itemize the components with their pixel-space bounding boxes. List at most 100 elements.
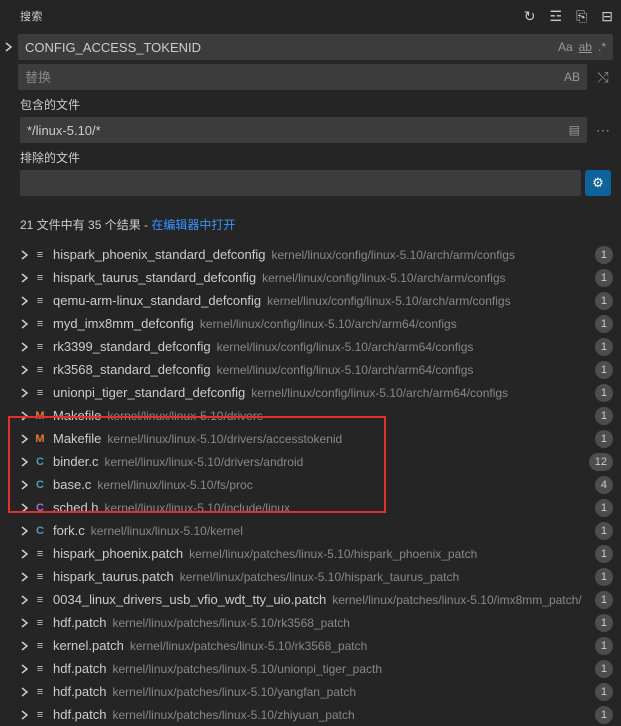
chevron-right-icon xyxy=(20,319,32,329)
file-name: hispark_taurus_standard_defconfig xyxy=(53,270,256,285)
case-sensitive-icon[interactable]: Aa xyxy=(558,40,573,54)
file-path: kernel/linux/linux-5.10/include/linux xyxy=(105,501,587,515)
result-item[interactable]: ≡ hdf.patch kernel/linux/patches/linux-5.1… xyxy=(0,657,621,680)
exclude-input-container xyxy=(20,170,581,196)
replace-input[interactable] xyxy=(25,70,564,85)
result-item[interactable]: MMakefilekernel/linux/linux-5.10/drivers… xyxy=(0,427,621,450)
preserve-case-icon[interactable]: AB xyxy=(564,70,580,84)
result-item[interactable]: Cfork.ckernel/linux/linux-5.10/kernel1 xyxy=(0,519,621,542)
replace-options: AB xyxy=(564,70,580,84)
file-type-icon: ≡ xyxy=(32,569,48,585)
result-item[interactable]: ≡hdf.patchkernel/linux/patches/linux-5.1… xyxy=(0,611,621,634)
match-count-badge: 1 xyxy=(595,545,613,563)
ellipsis-icon[interactable]: ⋯ xyxy=(593,122,613,139)
file-type-icon: ≡ xyxy=(32,661,48,677)
result-item[interactable]: ≡ rk3568_standard_defconfig kernel/linux/c… xyxy=(0,358,621,381)
file-name: rk3568_standard_defconfig xyxy=(53,362,211,377)
gear-icon[interactable]: ⚙ xyxy=(585,170,611,196)
file-name: hdf.patch xyxy=(53,684,107,699)
file-path: kernel/linux/patches/linux-5.10/unionpi_… xyxy=(113,662,587,676)
result-item[interactable]: ≡hdf.patchkernel/linux/patches/linux-5.1… xyxy=(0,680,621,703)
include-row: ▤ ⋯ xyxy=(0,115,621,145)
result-item[interactable]: ≡rk3399_standard_defconfigkernel/linux/c… xyxy=(0,335,621,358)
file-type-icon: ≡ xyxy=(32,362,48,378)
file-path: kernel/linux/linux-5.10/drivers/accessto… xyxy=(107,432,586,446)
file-path: kernel/linux/config/linux-5.10/arch/arm/… xyxy=(272,248,587,262)
file-type-icon: ≡ xyxy=(32,615,48,631)
file-type-icon: ≡ xyxy=(32,339,48,355)
chevron-right-icon xyxy=(20,388,32,398)
collapse-icon[interactable]: ⊟ xyxy=(601,8,613,25)
match-count-badge: 1 xyxy=(595,591,613,609)
file-name: hispark_phoenix_standard_defconfig xyxy=(53,247,266,262)
include-label: 包含的文件 xyxy=(0,92,621,115)
header-actions: ↻ ☲ ⎘ ⊟ xyxy=(524,8,613,25)
chevron-right-icon xyxy=(20,273,32,283)
chevron-right-icon xyxy=(20,549,32,559)
file-path: kernel/linux/linux-5.10/drivers/android xyxy=(105,455,581,469)
result-item[interactable]: Csched.hkernel/linux/linux-5.10/include/… xyxy=(0,496,621,519)
expand-toggle[interactable] xyxy=(2,42,16,52)
include-input[interactable] xyxy=(27,123,569,138)
result-item[interactable]: ≡hispark_taurus.patchkernel/linux/patche… xyxy=(0,565,621,588)
file-name: hdf.patch xyxy=(53,661,107,676)
file-path: kernel/linux/config/linux-5.10/arch/arm6… xyxy=(217,340,587,354)
result-item[interactable]: MMakefilekernel/linux/linux-5.10/drivers… xyxy=(0,404,621,427)
result-item[interactable]: ≡unionpi_tiger_standard_defconfigkernel/… xyxy=(0,381,621,404)
result-item[interactable]: ≡qemu-arm-linux_standard_defconfigkernel… xyxy=(0,289,621,312)
file-type-icon: M xyxy=(32,408,48,424)
result-item[interactable]: ≡hdf.patchkernel/linux/patches/linux-5.1… xyxy=(0,703,621,726)
result-item[interactable]: Cbase.ckernel/linux/linux-5.10/fs/proc4 xyxy=(0,473,621,496)
whole-word-icon[interactable]: ab xyxy=(579,40,592,54)
results-count-text: 21 文件中有 35 个结果 - xyxy=(20,218,151,232)
chevron-right-icon xyxy=(20,342,32,352)
chevron-right-icon xyxy=(20,250,32,260)
file-path: kernel/linux/patches/linux-5.10/imx8mm_p… xyxy=(332,593,587,607)
result-item[interactable]: ≡hispark_phoenix.patchkernel/linux/patch… xyxy=(0,542,621,565)
file-path: kernel/linux/config/linux-5.10/arch/arm6… xyxy=(217,363,587,377)
match-count-badge: 1 xyxy=(595,637,613,655)
search-row: Aa ab .* xyxy=(0,32,621,62)
replace-row: AB ⤭ xyxy=(0,62,621,92)
file-name: hdf.patch xyxy=(53,707,107,722)
result-item[interactable]: Cbinder.ckernel/linux/linux-5.10/drivers… xyxy=(0,450,621,473)
results-list: ≡hispark_phoenix_standard_defconfigkerne… xyxy=(0,243,621,726)
chevron-right-icon xyxy=(20,411,32,421)
file-name: qemu-arm-linux_standard_defconfig xyxy=(53,293,261,308)
book-icon[interactable]: ▤ xyxy=(569,123,580,137)
result-item[interactable]: ≡hispark_taurus_standard_defconfigkernel… xyxy=(0,266,621,289)
clear-icon[interactable]: ☲ xyxy=(550,8,563,25)
file-type-icon: ≡ xyxy=(32,293,48,309)
file-name: myd_imx8mm_defconfig xyxy=(53,316,194,331)
match-count-badge: 1 xyxy=(595,614,613,632)
result-item[interactable]: ≡myd_imx8mm_defconfigkernel/linux/config… xyxy=(0,312,621,335)
file-path: kernel/linux/linux-5.10/fs/proc xyxy=(97,478,587,492)
file-type-icon: ≡ xyxy=(32,316,48,332)
match-count-badge: 1 xyxy=(595,499,613,517)
match-count-badge: 1 xyxy=(595,338,613,356)
result-item[interactable]: ≡hispark_phoenix_standard_defconfigkerne… xyxy=(0,243,621,266)
refresh-icon[interactable]: ↻ xyxy=(524,8,536,25)
regex-icon[interactable]: .* xyxy=(598,40,606,54)
chevron-right-icon xyxy=(20,710,32,720)
open-in-editor-link[interactable]: 在编辑器中打开 xyxy=(151,218,235,232)
file-path: kernel/linux/patches/linux-5.10/rk3568_p… xyxy=(130,639,587,653)
match-count-badge: 1 xyxy=(595,660,613,678)
search-input-container: Aa ab .* xyxy=(18,34,613,60)
replace-all-icon[interactable]: ⤭ xyxy=(593,69,613,86)
file-name: base.c xyxy=(53,477,91,492)
result-item[interactable]: ≡0034_linux_drivers_usb_vfio_wdt_tty_uio… xyxy=(0,588,621,611)
chevron-right-icon xyxy=(20,480,32,490)
match-count-badge: 1 xyxy=(595,407,613,425)
result-item[interactable]: ≡kernel.patchkernel/linux/patches/linux-… xyxy=(0,634,621,657)
exclude-input[interactable] xyxy=(27,176,574,191)
search-header: 搜索 ↻ ☲ ⎘ ⊟ xyxy=(0,0,621,32)
match-count-badge: 1 xyxy=(595,706,613,724)
chevron-right-icon xyxy=(20,618,32,628)
new-file-icon[interactable]: ⎘ xyxy=(576,8,587,25)
search-input[interactable] xyxy=(25,40,558,55)
file-name: unionpi_tiger_standard_defconfig xyxy=(53,385,245,400)
file-path: kernel/linux/patches/linux-5.10/hispark_… xyxy=(189,547,587,561)
file-path: kernel/linux/patches/linux-5.10/yangfan_… xyxy=(113,685,587,699)
file-type-icon: C xyxy=(32,500,48,516)
